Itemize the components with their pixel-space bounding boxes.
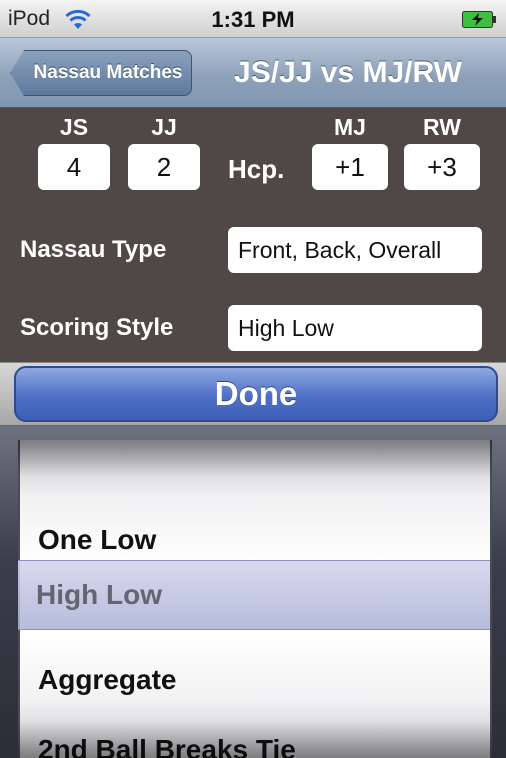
picker-option-aggregate[interactable]: Aggregate — [38, 664, 176, 696]
hcp-label: Hcp. — [228, 154, 285, 184]
nassau-type-field[interactable]: Front, Back, Overall — [228, 227, 482, 273]
hcp-field-js[interactable]: 4 — [38, 144, 110, 190]
player-label-rw: RW — [423, 114, 461, 140]
back-button[interactable]: Nassau Matches — [10, 50, 192, 96]
picker-option-high-low[interactable]: High Low — [36, 579, 162, 611]
status-time: 1:31 PM — [211, 7, 295, 32]
hcp-field-mj[interactable]: +1 — [312, 144, 388, 190]
player-label-jj: JJ — [151, 114, 177, 140]
scoring-style-label: Scoring Style — [20, 314, 174, 341]
player-label-js: JS — [59, 114, 89, 140]
scoring-style-field[interactable]: High Low — [228, 305, 482, 351]
picker-toolbar: Done — [0, 362, 506, 426]
nassau-type-label: Nassau Type — [20, 236, 167, 263]
navigation-bar: Nassau Matches JS/JJ vs MJ/RW — [0, 38, 506, 108]
player-label-mj: MJ — [334, 114, 366, 140]
picker-option-2nd-ball-breaks-tie[interactable]: 2nd Ball Breaks Tie — [38, 734, 296, 758]
hcp-field-jj[interactable]: 2 — [128, 144, 200, 190]
battery-charging-icon — [462, 11, 496, 28]
hcp-field-rw[interactable]: +3 — [404, 144, 480, 190]
match-settings-form: JS JJ MJ RW 4 2 Hcp. +1 +3 Nassau Type F… — [0, 108, 506, 362]
picker-selection-bar[interactable]: High Low — [18, 560, 490, 630]
status-bar: iPod 1:31 PM — [0, 0, 506, 38]
page-title: JS/JJ vs MJ/RW — [234, 56, 462, 89]
picker-option-one-low[interactable]: One Low — [38, 524, 156, 556]
done-button[interactable]: Done — [14, 366, 498, 422]
